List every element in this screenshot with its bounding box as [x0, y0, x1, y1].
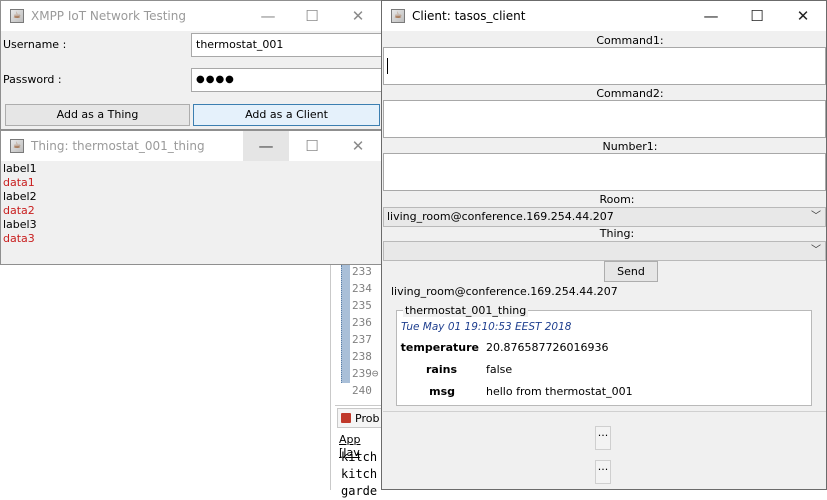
- maximize-icon[interactable]: ☐: [289, 1, 335, 31]
- minimize-icon[interactable]: —: [688, 1, 734, 31]
- add-as-client-button[interactable]: Add as a Client: [193, 104, 380, 126]
- room-label: Room:: [599, 193, 635, 206]
- number1-field[interactable]: [383, 153, 826, 191]
- client-window-titlebar[interactable]: ☕ Client: tasos_client — ☐ ✕: [382, 1, 826, 31]
- password-label: Password :: [3, 73, 62, 86]
- problems-icon: [341, 413, 351, 423]
- line-number: 239⊖: [352, 367, 379, 380]
- thing-data-value: data1: [3, 176, 35, 189]
- room-messages-panel: living_room@conference.169.254.44.207 th…: [387, 285, 825, 409]
- line-number: 237: [352, 333, 372, 346]
- close-icon[interactable]: ✕: [335, 131, 381, 161]
- field-key: temperature: [400, 341, 479, 354]
- username-field[interactable]: thermostat_001: [191, 33, 383, 57]
- minimize-icon[interactable]: —: [243, 131, 289, 161]
- more-button[interactable]: ...: [595, 460, 611, 484]
- message-timestamp: Tue May 01 19:10:53 EEST 2018: [401, 321, 572, 333]
- main-window: ☕ XMPP IoT Network Testing — ☐ ✕ Usernam…: [0, 0, 384, 130]
- main-window-titlebar[interactable]: ☕ XMPP IoT Network Testing — ☐ ✕: [1, 1, 383, 31]
- line-number: 233: [352, 265, 372, 278]
- problems-tab-label: Prob: [355, 412, 380, 425]
- message-card: thermostat_001_thing Tue May 01 19:10:53…: [396, 304, 812, 406]
- client-window-title: Client: tasos_client: [412, 9, 526, 23]
- close-icon[interactable]: ✕: [780, 1, 826, 31]
- line-number: 235: [352, 299, 372, 312]
- maximize-icon[interactable]: ☐: [289, 131, 335, 161]
- thing-label: label2: [3, 190, 37, 203]
- main-window-title: XMPP IoT Network Testing: [31, 9, 186, 23]
- java-app-icon: ☕: [391, 9, 405, 23]
- thing-label: label1: [3, 162, 37, 175]
- command2-field[interactable]: [383, 100, 826, 138]
- java-app-icon: ☕: [10, 9, 24, 23]
- send-button[interactable]: Send: [604, 261, 658, 282]
- password-field[interactable]: ●●●●: [191, 68, 383, 92]
- text-cursor: [387, 58, 388, 74]
- panel-separator: [383, 411, 826, 412]
- thing-data-value: data3: [3, 232, 35, 245]
- room-select[interactable]: living_room@conference.169.254.44.207 ﹀: [383, 207, 826, 227]
- console-line: kitch: [341, 450, 378, 464]
- thing-data-list: label1 data1 label2 data2 label3 data3: [3, 162, 37, 246]
- command1-label: Command1:: [596, 34, 664, 47]
- field-key: msg: [429, 385, 455, 398]
- client-window: ☕ Client: tasos_client — ☐ ✕ Command1: C…: [381, 0, 827, 490]
- add-as-thing-button[interactable]: Add as a Thing: [5, 104, 190, 126]
- line-numbers: 233 234 235 236 237 238 239⊖ 240: [352, 263, 379, 399]
- editor-ruler: [341, 265, 350, 383]
- line-number: 238: [352, 350, 372, 363]
- thing-window: ☕ Thing: thermostat_001_thing — ☐ ✕ labe…: [0, 130, 384, 265]
- field-key: rains: [426, 363, 457, 376]
- close-icon[interactable]: ✕: [335, 1, 381, 31]
- ide-background: 233 234 235 236 237 238 239⊖ 240 Prob Ap…: [0, 265, 384, 498]
- problems-tab[interactable]: Prob: [337, 408, 384, 428]
- field-value: false: [486, 363, 513, 376]
- console-line: garde: [341, 484, 378, 498]
- console-output: kitch kitch garde: [341, 449, 377, 500]
- room-header: living_room@conference.169.254.44.207: [391, 285, 618, 298]
- field-value: 20.876587726016936: [486, 341, 609, 354]
- chevron-down-icon: ﹀: [811, 245, 821, 256]
- line-number: 236: [352, 316, 372, 329]
- problems-view: Prob App [Jav kitch kitch garde: [335, 405, 384, 498]
- line-number: 240: [352, 384, 372, 397]
- command1-field[interactable]: [383, 47, 826, 85]
- maximize-icon[interactable]: ☐: [734, 1, 780, 31]
- line-number: 234: [352, 282, 372, 295]
- thing-window-titlebar[interactable]: ☕ Thing: thermostat_001_thing — ☐ ✕: [1, 131, 383, 161]
- thing-data-value: data2: [3, 204, 35, 217]
- more-button[interactable]: ...: [595, 426, 611, 450]
- room-select-value: living_room@conference.169.254.44.207: [387, 210, 614, 223]
- number1-label: Number1:: [602, 140, 658, 153]
- ide-editor: 233 234 235 236 237 238 239⊖ 240: [337, 265, 384, 397]
- message-sender: thermostat_001_thing: [403, 304, 529, 317]
- field-value: hello from thermostat_001: [486, 385, 633, 398]
- thing-label: label3: [3, 218, 37, 231]
- thing-label: Thing:: [599, 227, 635, 240]
- thing-window-title: Thing: thermostat_001_thing: [31, 139, 205, 153]
- minimize-icon[interactable]: —: [245, 1, 291, 31]
- command2-label: Command2:: [596, 87, 664, 100]
- console-line: kitch: [341, 467, 378, 481]
- chevron-down-icon: ﹀: [811, 211, 821, 222]
- username-label: Username :: [3, 38, 67, 51]
- thing-select[interactable]: ﹀: [383, 241, 826, 261]
- java-app-icon: ☕: [10, 139, 24, 153]
- ide-left-panel: [0, 265, 331, 490]
